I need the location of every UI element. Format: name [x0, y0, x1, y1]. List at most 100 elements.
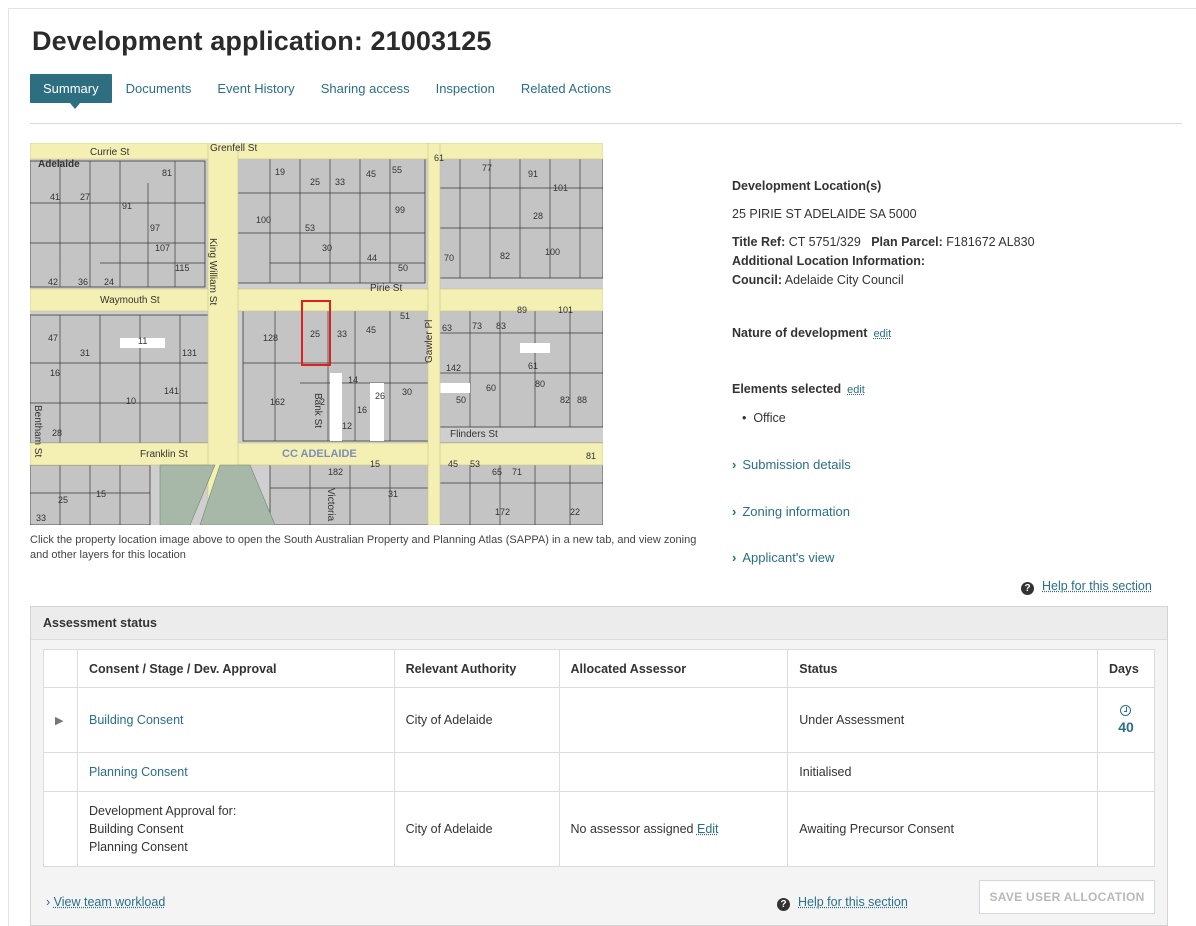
svg-text:27: 27	[80, 192, 90, 202]
svg-text:28: 28	[52, 428, 62, 438]
days-value: 40	[1118, 719, 1134, 735]
svg-text:33: 33	[335, 177, 345, 187]
svg-text:30: 30	[322, 243, 332, 253]
view-team-workload-link[interactable]: View team workload	[54, 895, 166, 909]
expander-label: Submission details	[742, 457, 851, 472]
expand-row-toggle[interactable]: ▶	[43, 687, 78, 753]
assessment-status-panel: Assessment status Consent / Stage / Dev.…	[30, 606, 1168, 926]
svg-text:115: 115	[175, 263, 189, 273]
consent-link[interactable]: Planning Consent	[89, 765, 188, 779]
svg-text:55: 55	[392, 165, 402, 175]
map-caption: Click the property location image above …	[30, 534, 697, 561]
title-ref-label: Title Ref:	[732, 235, 786, 249]
svg-text:15: 15	[370, 459, 380, 469]
svg-text:12: 12	[342, 421, 352, 431]
help-link[interactable]: Help for this section	[798, 895, 908, 909]
svg-text:45: 45	[366, 169, 376, 179]
svg-text:28: 28	[533, 211, 543, 221]
svg-text:81: 81	[586, 451, 596, 461]
tab-summary[interactable]: Summary	[30, 73, 112, 109]
svg-text:15: 15	[96, 489, 106, 499]
svg-text:33: 33	[36, 513, 46, 523]
table-header-row: Consent / Stage / Dev. Approval Relevant…	[43, 649, 1156, 688]
applicants-view-expander[interactable]: › Applicant's view	[732, 550, 834, 565]
svg-text:101: 101	[553, 183, 568, 193]
table-row: Development Approval for: Building Conse…	[43, 791, 1156, 867]
svg-text:172: 172	[495, 507, 510, 517]
tab-divider	[30, 123, 1182, 124]
svg-text:50: 50	[398, 263, 408, 273]
column-header-expand	[43, 649, 78, 688]
svg-text:70: 70	[444, 253, 454, 263]
svg-text:128: 128	[263, 333, 278, 343]
svg-text:101: 101	[558, 305, 573, 315]
svg-text:81: 81	[162, 168, 172, 178]
svg-text:36: 36	[78, 277, 88, 287]
page-title: Development application: 21003125	[32, 26, 492, 56]
days-cell	[1096, 791, 1156, 867]
svg-text:41: 41	[50, 192, 60, 202]
tab-inspection[interactable]: Inspection	[436, 81, 495, 96]
panel-title: Assessment status	[31, 607, 1167, 640]
tab-related-actions[interactable]: Related Actions	[521, 81, 611, 96]
svg-text:31: 31	[388, 489, 398, 499]
svg-text:99: 99	[395, 205, 405, 215]
svg-text:131: 131	[182, 348, 197, 358]
view-team-workload[interactable]: › View team workload	[46, 895, 165, 909]
svg-text:60: 60	[486, 383, 496, 393]
tab-event-history[interactable]: Event History	[217, 81, 294, 96]
title-ref-value: CT 5751/329	[788, 235, 861, 249]
location-heading: Development Location(s)	[732, 179, 882, 193]
elements-edit-link[interactable]: edit	[847, 384, 865, 396]
expander-label: Zoning information	[742, 504, 851, 519]
svg-text:25: 25	[58, 495, 68, 505]
assessor-cell	[558, 687, 789, 753]
bullet-icon: •	[742, 411, 754, 425]
consent-line: Planning Consent	[88, 840, 188, 854]
svg-text:182: 182	[328, 467, 343, 477]
consent-link[interactable]: Building Consent	[89, 713, 184, 727]
assessor-cell: No assessor assigned Edit	[558, 791, 789, 867]
assessor-cell	[558, 752, 789, 792]
status-cell: Initialised	[787, 752, 1098, 792]
svg-text:Gawler Pl: Gawler Pl	[424, 320, 435, 363]
clock-icon	[1120, 705, 1132, 716]
nature-of-development: Nature of development edit	[732, 326, 891, 340]
tab-sharing-access[interactable]: Sharing access	[321, 81, 410, 96]
column-header: Consent / Stage / Dev. Approval	[76, 649, 395, 688]
submission-details-expander[interactable]: › Submission details	[732, 457, 851, 472]
svg-text:22: 22	[570, 507, 580, 517]
svg-text:33: 33	[337, 329, 347, 339]
svg-text:42: 42	[48, 277, 58, 287]
svg-text:16: 16	[357, 405, 367, 415]
tab-documents[interactable]: Documents	[126, 81, 192, 96]
help-section-top: ? Help for this section	[1021, 578, 1152, 595]
svg-text:Flinders St: Flinders St	[450, 429, 498, 440]
help-icon: ?	[1021, 582, 1034, 595]
status-cell: Under Assessment	[787, 687, 1098, 753]
svg-text:King William St: King William St	[207, 238, 218, 305]
save-user-allocation-button[interactable]: SAVE USER ALLOCATION	[979, 880, 1155, 914]
column-header: Allocated Assessor	[558, 649, 789, 688]
svg-text:82: 82	[560, 395, 570, 405]
zoning-information-expander[interactable]: › Zoning information	[732, 504, 850, 519]
svg-text:2: 2	[320, 397, 325, 407]
help-icon: ?	[777, 898, 790, 911]
svg-text:61: 61	[434, 153, 444, 163]
assessor-edit-link[interactable]: Edit	[697, 822, 719, 836]
svg-text:10: 10	[126, 396, 136, 406]
nature-edit-link[interactable]: edit	[873, 328, 891, 340]
help-link[interactable]: Help for this section	[1042, 579, 1152, 593]
consent-line: Development Approval for:	[88, 804, 237, 818]
svg-text:26: 26	[375, 391, 385, 401]
elements-selected: Elements selected edit	[732, 382, 865, 396]
svg-text:19: 19	[275, 167, 285, 177]
status-cell: Awaiting Precursor Consent	[787, 791, 1098, 867]
tab-bar: Summary Documents Event History Sharing …	[30, 73, 637, 109]
property-location-map[interactable]: Currie St Grenfell St Adelaide King Will…	[30, 143, 603, 525]
svg-text:71: 71	[512, 467, 522, 477]
svg-text:25: 25	[310, 177, 320, 187]
element-item-label: Office	[753, 411, 786, 425]
svg-text:CC ADELAIDE: CC ADELAIDE	[282, 448, 357, 460]
svg-text:Currie St: Currie St	[90, 147, 130, 158]
